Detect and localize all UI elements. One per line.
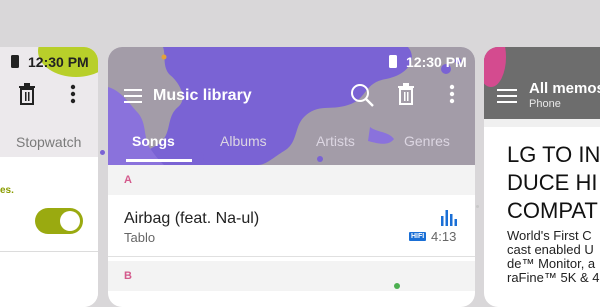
equalizer-icon [441, 210, 457, 226]
setting-toggle[interactable] [35, 208, 83, 234]
song-duration: 4:13 [431, 229, 457, 244]
tab-songs[interactable]: Songs [132, 133, 175, 149]
page-subtitle: Phone [529, 98, 561, 110]
page-title: All memos [529, 80, 600, 97]
battery-icon [11, 55, 19, 68]
body-line: World's First C [507, 228, 592, 243]
song-title: Airbag (feat. Na-ul) [124, 210, 260, 227]
body-line: cast enabled U [507, 242, 594, 257]
memo-header: All memos Phone [484, 47, 600, 119]
menu-icon[interactable] [124, 89, 142, 103]
status-time: 12:30 PM [28, 54, 89, 70]
tab-albums[interactable]: Albums [220, 133, 267, 149]
decorative-dot [394, 283, 400, 289]
headline-line: LG TO IN [507, 142, 600, 167]
page-title: Music library [153, 87, 252, 104]
decorative-dot [100, 150, 105, 155]
tab-genres[interactable]: Genres [404, 133, 450, 149]
memo-app-card[interactable]: All memos Phone LG TO IN DUCE HI COMPAT … [484, 47, 600, 307]
trash-icon[interactable] [397, 83, 415, 105]
headline-line: COMPAT [507, 198, 598, 223]
section-letter: B [124, 270, 132, 282]
divider [0, 251, 98, 252]
body-line: de™ Monitor, a [507, 256, 596, 271]
trash-icon[interactable] [18, 83, 36, 105]
setting-description: es. [0, 185, 14, 196]
clock-app-card[interactable]: 12:30 PM Stopwatch es. [0, 47, 98, 307]
header-gap [484, 119, 600, 127]
status-time: 12:30 PM [406, 54, 467, 70]
headline-line: DUCE HI [507, 170, 598, 195]
active-tab-indicator [126, 159, 192, 162]
tab-artists[interactable]: Artists [316, 133, 355, 149]
header-accent-blob [484, 47, 506, 87]
menu-icon[interactable] [497, 89, 517, 103]
toggle-knob [60, 211, 80, 231]
battery-icon [389, 55, 397, 68]
more-options-icon[interactable] [70, 84, 76, 104]
more-options-icon[interactable] [449, 84, 455, 104]
decorative-dot [476, 205, 479, 208]
music-header: 12:30 PM Music library Songs Albums Arti… [108, 47, 475, 165]
memo-headline: LG TO IN DUCE HI COMPAT [507, 141, 600, 225]
body-line: raFine™ 5K & 4 [507, 270, 600, 285]
tab-stopwatch[interactable]: Stopwatch [16, 134, 81, 150]
divider [108, 256, 475, 257]
section-letter: A [124, 174, 132, 186]
search-icon[interactable] [350, 83, 374, 107]
song-artist: Tablo [124, 230, 156, 245]
clock-header: 12:30 PM Stopwatch [0, 47, 98, 157]
memo-body: World's First C cast enabled U de™ Monit… [507, 229, 600, 285]
hifi-badge: HIFI [409, 232, 427, 241]
music-app-card[interactable]: 12:30 PM Music library Songs Albums Arti… [108, 47, 475, 307]
section-header-b: B [108, 261, 475, 291]
section-header-a: A [108, 165, 475, 195]
